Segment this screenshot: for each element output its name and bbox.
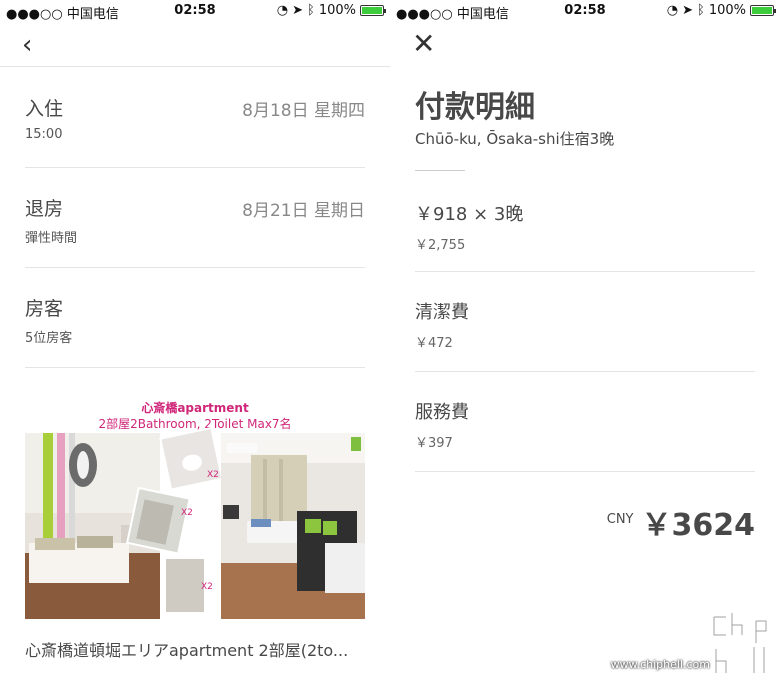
battery-percent: 100% bbox=[318, 3, 356, 18]
listing-title[interactable]: 心斎橋道頓堀エリアapartment 2部屋(2to... bbox=[25, 637, 365, 661]
status-indicators: ◔ ➤ ᛒ 100% bbox=[276, 3, 386, 18]
room-collage-image: X2 X2 X2 bbox=[25, 426, 365, 619]
divider bbox=[25, 267, 365, 268]
battery-icon bbox=[750, 5, 776, 16]
battery-icon bbox=[360, 5, 386, 16]
total-currency: CNY bbox=[606, 512, 634, 527]
divider bbox=[415, 371, 755, 372]
cleaning-fee-label: 清潔費 bbox=[415, 302, 469, 323]
guests-row[interactable]: 房客 5位房客 bbox=[25, 294, 365, 346]
status-bar: ●●●○○ 中国电信 02:58 ◔ ➤ ᛒ 100% bbox=[390, 0, 780, 22]
lock-rotation-icon: ◔ bbox=[276, 3, 289, 18]
checkout-time: 彈性時間 bbox=[25, 231, 78, 246]
checkin-date: 8月18日 星期四 bbox=[242, 101, 365, 121]
service-fee-row: 服務費 ￥397 bbox=[415, 398, 755, 451]
payment-details-panel: ●●●○○ 中国电信 02:58 ◔ ➤ ᛒ 100% ✕ 付款明細 Chūō-… bbox=[390, 0, 780, 693]
status-indicators: ◔ ➤ ᛒ 100% bbox=[666, 3, 776, 18]
checkin-time: 15:00 bbox=[25, 127, 63, 142]
divider bbox=[25, 167, 365, 168]
lock-rotation-icon: ◔ bbox=[666, 3, 679, 18]
divider bbox=[415, 471, 755, 472]
bluetooth-icon: ᛒ bbox=[307, 3, 315, 18]
listing-photo[interactable]: 心斎橋apartment 2部屋2Bathroom, 2Toilet Max7名 bbox=[25, 393, 365, 619]
nightly-rate-row: ￥918 × 3晚 ￥2,755 bbox=[415, 200, 755, 253]
guests-label: 房客 bbox=[25, 298, 64, 320]
divider bbox=[25, 367, 365, 368]
page-subtitle: Chūō-ku, Ōsaka-shi住宿3晚 bbox=[415, 130, 615, 148]
bluetooth-icon: ᛒ bbox=[697, 3, 705, 18]
guests-count: 5位房客 bbox=[25, 331, 73, 346]
total-amount: ￥3624 bbox=[641, 508, 756, 543]
cleaning-fee-amount: ￥472 bbox=[415, 336, 453, 351]
close-button[interactable]: ✕ bbox=[412, 30, 435, 58]
booking-details-panel: ●●●○○ 中国电信 02:58 ◔ ➤ ᛒ 100% ‹ 入住 15:00 8… bbox=[0, 0, 390, 693]
nightly-rate-amount: ￥2,755 bbox=[415, 238, 466, 253]
checkout-row[interactable]: 退房 彈性時間 8月21日 星期日 bbox=[25, 194, 365, 246]
service-fee-label: 服務費 bbox=[415, 402, 469, 423]
divider bbox=[415, 271, 755, 272]
location-icon: ➤ bbox=[682, 3, 694, 18]
divider bbox=[415, 170, 465, 171]
location-icon: ➤ bbox=[292, 3, 304, 18]
battery-percent: 100% bbox=[708, 3, 746, 18]
svg-text:X2: X2 bbox=[181, 508, 193, 518]
total-price: CNY ￥3624 bbox=[607, 500, 755, 544]
cleaning-fee-row: 清潔費 ￥472 bbox=[415, 298, 755, 351]
header-divider bbox=[0, 66, 390, 67]
svg-text:X2: X2 bbox=[201, 582, 213, 592]
status-bar: ●●●○○ 中国电信 02:58 ◔ ➤ ᛒ 100% bbox=[0, 0, 390, 22]
nightly-rate-label: ￥918 × 3晚 bbox=[415, 204, 524, 225]
watermark-url: www.chiphell.com bbox=[610, 658, 710, 671]
back-button[interactable]: ‹ bbox=[22, 32, 32, 58]
chiphell-logo bbox=[712, 611, 768, 675]
page-title: 付款明細 bbox=[415, 90, 535, 125]
checkin-row[interactable]: 入住 15:00 8月18日 星期四 bbox=[25, 94, 365, 142]
service-fee-amount: ￥397 bbox=[415, 436, 453, 451]
svg-text:X2: X2 bbox=[207, 470, 219, 480]
checkout-date: 8月21日 星期日 bbox=[242, 201, 365, 221]
